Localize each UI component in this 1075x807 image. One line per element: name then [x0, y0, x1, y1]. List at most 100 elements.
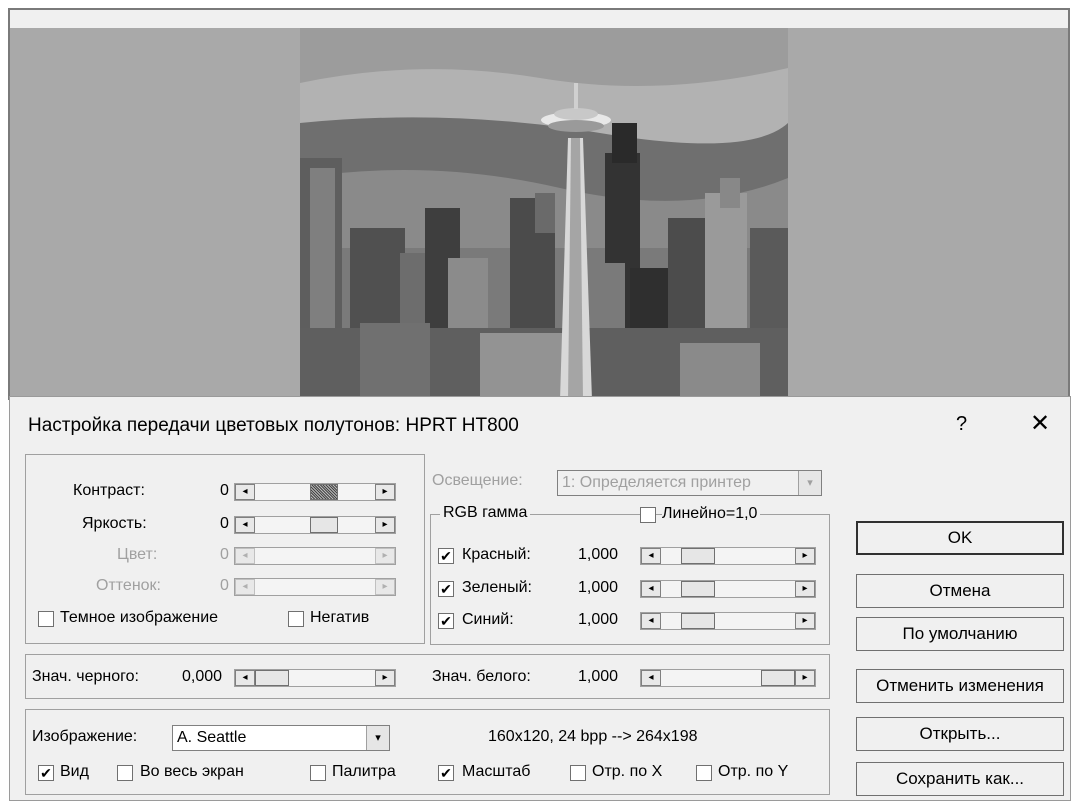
save-as-button[interactable]: Сохранить как...: [856, 762, 1064, 796]
scale-label: Масштаб: [462, 763, 531, 780]
open-button[interactable]: Открыть...: [856, 717, 1064, 751]
view-checkbox[interactable]: ✔: [38, 765, 54, 781]
check-icon: ✔: [440, 613, 452, 629]
red-slider[interactable]: ◂ ▸: [640, 547, 816, 565]
slider-thumb[interactable]: [761, 670, 795, 686]
blue-checkbox[interactable]: ✔: [438, 613, 454, 629]
illumination-select: 1: Определяется принтер ▾: [557, 470, 822, 496]
palette-checkbox[interactable]: [310, 765, 326, 781]
arrow-left-icon[interactable]: ◂: [235, 484, 255, 500]
red-value: 1,000: [578, 546, 619, 563]
arrow-left-icon: ◂: [235, 548, 255, 564]
arrow-right-icon: ▸: [375, 579, 395, 595]
arrow-right-icon[interactable]: ▸: [795, 581, 815, 597]
slider-thumb[interactable]: [681, 548, 715, 564]
check-icon: ✔: [440, 581, 452, 597]
flip-x-label: Отр. по X: [592, 763, 663, 780]
halftone-settings-dialog: Настройка передачи цветовых полутонов: H…: [9, 396, 1071, 801]
black-level-label: Знач. черного:: [32, 668, 139, 685]
contrast-label: Контраст:: [73, 482, 145, 499]
arrow-right-icon[interactable]: ▸: [795, 670, 815, 686]
dark-image-checkbox[interactable]: [38, 611, 54, 627]
green-slider[interactable]: ◂ ▸: [640, 580, 816, 598]
close-button[interactable]: ✕: [1030, 409, 1050, 438]
fullscreen-checkbox[interactable]: [117, 765, 133, 781]
blue-slider[interactable]: ◂ ▸: [640, 612, 816, 630]
arrow-right-icon[interactable]: ▸: [375, 484, 395, 500]
contrast-value: 0: [220, 482, 229, 499]
preview-image: [300, 28, 788, 400]
tint-slider: ◂ ▸: [234, 578, 396, 596]
ok-button[interactable]: OK: [856, 521, 1064, 555]
chevron-down-icon: ▾: [798, 471, 821, 495]
slider-thumb[interactable]: [310, 517, 338, 533]
illumination-label: Освещение:: [432, 472, 523, 489]
green-value: 1,000: [578, 579, 619, 596]
color-label: Цвет:: [117, 546, 158, 563]
red-checkbox[interactable]: ✔: [438, 548, 454, 564]
green-checkbox[interactable]: ✔: [438, 581, 454, 597]
dark-image-label: Темное изображение: [60, 609, 219, 626]
flip-y-label: Отр. по Y: [718, 763, 789, 780]
arrow-left-icon[interactable]: ◂: [641, 581, 661, 597]
fullscreen-label: Во весь экран: [140, 763, 244, 780]
rgb-gamma-label: RGB гамма: [440, 504, 531, 522]
check-icon: ✔: [440, 548, 452, 564]
check-icon: ✔: [40, 765, 52, 781]
image-select[interactable]: A. Seattle ▾: [172, 725, 390, 751]
image-label: Изображение:: [32, 728, 138, 745]
color-slider: ◂ ▸: [234, 547, 396, 565]
slider-thumb[interactable]: [681, 581, 715, 597]
arrow-right-icon: ▸: [375, 548, 395, 564]
green-label: Зеленый:: [462, 579, 532, 596]
image-select-value: A. Seattle: [177, 729, 247, 746]
black-level-value: 0,000: [182, 668, 223, 685]
tint-label: Оттенок:: [96, 577, 161, 594]
brightness-label: Яркость:: [82, 515, 147, 532]
contrast-slider[interactable]: ◂ ▸: [234, 483, 396, 501]
arrow-left-icon: ◂: [235, 579, 255, 595]
image-group: [25, 709, 830, 795]
cancel-button[interactable]: Отмена: [856, 574, 1064, 608]
palette-label: Палитра: [332, 763, 396, 780]
white-level-value: 1,000: [578, 668, 619, 685]
arrow-left-icon[interactable]: ◂: [641, 613, 661, 629]
chevron-down-icon[interactable]: ▾: [366, 726, 389, 750]
seattle-skyline-image: [300, 28, 788, 400]
scale-checkbox[interactable]: ✔: [438, 765, 454, 781]
arrow-left-icon[interactable]: ◂: [235, 517, 255, 533]
white-level-label: Знач. белого:: [432, 668, 531, 685]
brightness-slider[interactable]: ◂ ▸: [234, 516, 396, 534]
slider-thumb[interactable]: [255, 670, 289, 686]
brightness-value: 0: [220, 515, 229, 532]
arrow-right-icon[interactable]: ▸: [795, 548, 815, 564]
linear-label: Линейно=1,0: [662, 505, 761, 523]
view-label: Вид: [60, 763, 89, 780]
blue-value: 1,000: [578, 611, 619, 628]
blue-label: Синий:: [462, 611, 514, 628]
flip-x-checkbox[interactable]: [570, 765, 586, 781]
color-value: 0: [220, 546, 229, 563]
arrow-right-icon[interactable]: ▸: [795, 613, 815, 629]
help-button[interactable]: ?: [956, 413, 967, 436]
slider-thumb[interactable]: [681, 613, 715, 629]
tint-value: 0: [220, 577, 229, 594]
preview-window: [8, 8, 1070, 400]
negative-label: Негатив: [310, 609, 370, 626]
revert-button[interactable]: Отменить изменения: [856, 669, 1064, 703]
linear-checkbox[interactable]: [640, 507, 656, 523]
red-label: Красный:: [462, 546, 531, 563]
arrow-right-icon[interactable]: ▸: [375, 517, 395, 533]
negative-checkbox[interactable]: [288, 611, 304, 627]
defaults-button[interactable]: По умолчанию: [856, 617, 1064, 651]
dialog-title: Настройка передачи цветовых полутонов: H…: [28, 415, 519, 436]
flip-y-checkbox[interactable]: [696, 765, 712, 781]
arrow-left-icon[interactable]: ◂: [641, 548, 661, 564]
arrow-left-icon[interactable]: ◂: [235, 670, 255, 686]
arrow-left-icon[interactable]: ◂: [641, 670, 661, 686]
slider-thumb[interactable]: [310, 484, 338, 500]
arrow-right-icon[interactable]: ▸: [375, 670, 395, 686]
black-level-slider[interactable]: ◂ ▸: [234, 669, 396, 687]
preview-top-strip: [10, 10, 1068, 28]
white-level-slider[interactable]: ◂ ▸: [640, 669, 816, 687]
